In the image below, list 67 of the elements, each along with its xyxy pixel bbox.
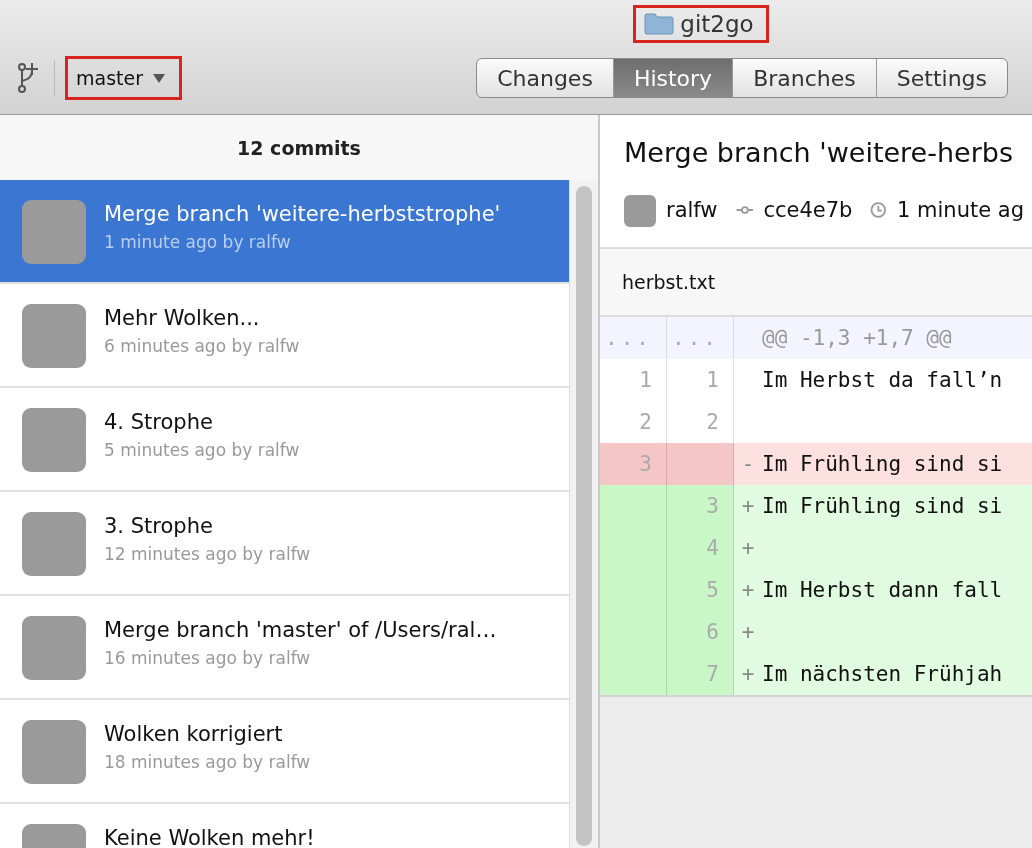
file-name: herbst.txt (600, 247, 1032, 317)
line-number-cell: 7 (667, 653, 734, 695)
commit-message: Mehr Wolken... (104, 306, 261, 330)
line-number-cell: 1 (600, 359, 667, 401)
code-line: Im Frühling sind si (762, 494, 1003, 518)
commit-time: 1 minute ag (897, 197, 1024, 222)
commit-meta: 16 minutes ago by ralfw (104, 648, 312, 668)
author-name: ralfw (666, 197, 718, 222)
commit-item[interactable]: 3. Strophe 12 minutes ago by ralfw (0, 492, 569, 596)
commit-item[interactable]: Wolken korrigiert 18 minutes ago by ralfw (0, 700, 569, 804)
line-number-cell (667, 443, 734, 485)
line-number-cell: ... (600, 317, 667, 359)
commit-item[interactable]: Merge branch 'master' of /Users/ral… 16 minutes ago by ralfw (0, 596, 569, 700)
code-line: Im nächsten Frühjah (762, 662, 1003, 686)
commit-message: Wolken korrigiert (104, 722, 284, 746)
diff-sign: + (741, 662, 755, 686)
code-line: Im Herbst dann fall (762, 578, 1003, 602)
folder-icon (644, 13, 675, 35)
avatar (22, 720, 86, 784)
line-number-cell: 3 (667, 485, 734, 527)
avatar (22, 512, 86, 576)
diff-sign: + (741, 536, 755, 560)
commit-meta: 6 minutes ago by ralfw (104, 336, 300, 356)
window-title: git2go (633, 5, 769, 43)
commit-message: 3. Strophe (104, 514, 214, 538)
commit-title: Merge branch 'weitere-herbs (623, 136, 1014, 170)
tab[interactable]: Settings (875, 59, 1007, 97)
diff-sign: - (741, 452, 755, 476)
diff-sign: + (741, 578, 755, 602)
line-number-cell: 5 (667, 569, 734, 611)
code-line: @@ -1,3 +1,7 @@ (762, 326, 952, 350)
commit-meta: 5 minutes ago by ralfw (104, 440, 300, 460)
diff-sign: + (741, 494, 755, 518)
avatar (22, 408, 86, 472)
commit-meta: 1 minute ago by ralfw (104, 232, 292, 252)
code-line: Im Herbst da fall’n (762, 368, 1003, 392)
branch-selector[interactable]: master (65, 56, 182, 100)
commit-count: 12 commits (0, 115, 598, 180)
commit-message: Merge branch 'master' of /Users/ral… (104, 618, 497, 642)
commit-item[interactable]: 4. Strophe 5 minutes ago by ralfw (0, 388, 569, 492)
commit-meta: 18 minutes ago by ralfw (104, 752, 311, 772)
commit-sha: cce4e7b (763, 197, 853, 222)
commit-item[interactable]: Keine Wolken mehr! (0, 804, 569, 848)
avatar (22, 304, 86, 368)
diff-sign: + (741, 620, 755, 644)
line-number-cell: 4 (667, 527, 734, 569)
line-number-cell (600, 653, 667, 695)
scrollbar-thumb[interactable] (576, 186, 592, 846)
commit-message: Keine Wolken mehr! (104, 826, 315, 848)
line-number-cell: 3 (600, 443, 667, 485)
avatar (624, 194, 656, 227)
line-number-cell (600, 485, 667, 527)
commit-item[interactable]: Mehr Wolken... 6 minutes ago by ralfw (0, 284, 569, 388)
tab[interactable]: Branches (732, 59, 876, 97)
line-number-cell: 1 (667, 359, 734, 401)
tab[interactable]: Changes (477, 59, 613, 97)
commit-item[interactable]: Merge branch 'weitere-herbststrophe' 1 minute ago by ralfw (0, 180, 569, 284)
commit-message: Merge branch 'weitere-herbststrophe' (104, 202, 501, 226)
commit-message: 4. Strophe (104, 410, 214, 434)
line-number-cell: ... (667, 317, 734, 359)
tab[interactable]: History (612, 59, 733, 97)
commit-meta: 12 minutes ago by ralfw (104, 544, 311, 564)
avatar (22, 200, 86, 264)
code-line: Im Frühling sind si (762, 452, 1003, 476)
caret-icon (153, 73, 165, 83)
line-number-cell: 6 (667, 611, 734, 653)
avatar (22, 616, 86, 680)
